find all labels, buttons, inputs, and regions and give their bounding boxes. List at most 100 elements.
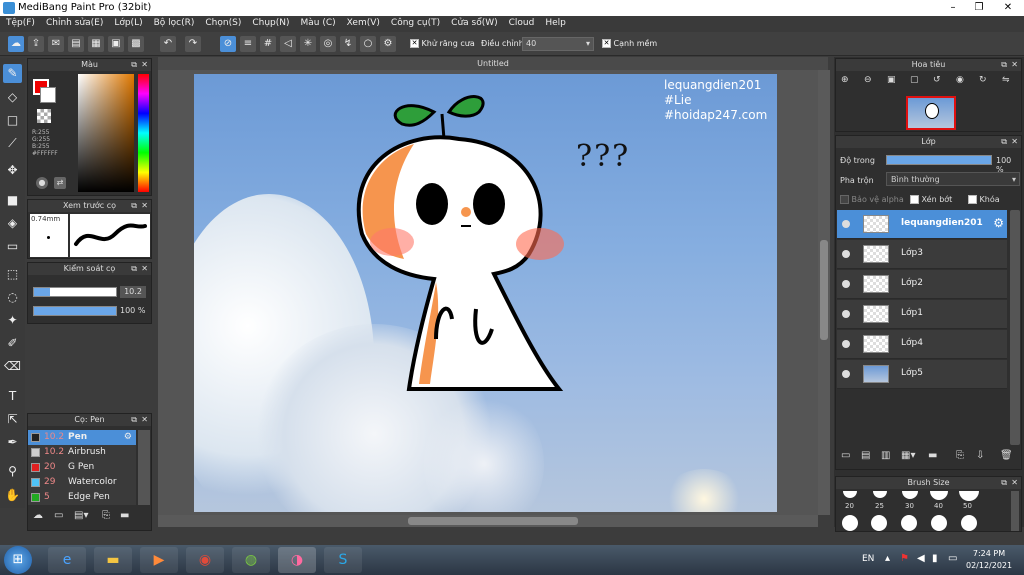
panel-close-icon[interactable]: ✕ (1011, 136, 1018, 148)
minimize-icon[interactable]: – (940, 0, 966, 16)
clipping-checkbox[interactable]: Xén bớt (910, 195, 952, 204)
layer-item-lop3[interactable]: Lớp3 (837, 240, 1007, 269)
popout-icon[interactable]: ⧉ (131, 200, 137, 212)
soft-edge-checkbox[interactable]: ✕ Cạnh mềm (602, 39, 657, 48)
brush-size-scrollbar[interactable] (1011, 491, 1019, 531)
visibility-icon[interactable] (842, 280, 850, 288)
explorer-icon[interactable]: ▬ (94, 547, 132, 573)
protect-alpha-checkbox[interactable]: Bảo vệ alpha (840, 195, 904, 204)
network-icon[interactable]: ▮ (932, 553, 938, 564)
redo-icon[interactable]: ↷ (185, 36, 201, 52)
reset-rotation-icon[interactable]: ◉ (956, 75, 964, 85)
delete-layer-icon[interactable]: 🗑 (1000, 450, 1013, 461)
menu-window[interactable]: Cửa sổ(W) (445, 16, 502, 28)
panel-close-icon[interactable]: ✕ (141, 200, 148, 212)
start-button[interactable]: ⊞ (4, 546, 32, 574)
language-indicator[interactable]: EN (862, 554, 874, 564)
navigator-thumbnail[interactable] (906, 96, 956, 130)
radial-icon[interactable]: ✳ (300, 36, 316, 52)
rotate-right-icon[interactable]: ↻ (979, 75, 987, 85)
panel-close-icon[interactable]: ✕ (1011, 477, 1018, 489)
tray-arrow-icon[interactable]: ▴ (885, 553, 890, 564)
menu-edit[interactable]: Chỉnh sửa(E) (40, 16, 108, 28)
layer-settings-icon[interactable]: ⚙ (993, 216, 1004, 230)
clock[interactable]: 7:24 PM 02/12/2021 (966, 548, 1012, 572)
chrome-icon[interactable]: ◉ (186, 547, 224, 573)
merge-layer-icon[interactable]: ⇩ (976, 450, 984, 461)
visibility-icon[interactable] (842, 340, 850, 348)
menu-layer[interactable]: Lớp(L) (108, 16, 147, 28)
eyedropper-icon[interactable]: ✒ (3, 433, 22, 452)
menu-tools[interactable]: Công cụ(T) (385, 16, 445, 28)
gradient-tool-icon[interactable]: ▭ (3, 237, 22, 256)
panel-close-icon[interactable]: ✕ (141, 263, 148, 275)
brush-tool-icon[interactable]: ✎ (3, 64, 22, 83)
size-dot[interactable] (871, 515, 887, 531)
volume-icon[interactable]: ◀ (917, 553, 925, 564)
feedback-icon[interactable]: ▤ (68, 36, 84, 52)
brush-size-value[interactable]: 10.2 (120, 286, 146, 298)
shape-tool-icon[interactable]: ■ (3, 191, 22, 210)
menu-file[interactable]: Tệp(F) (0, 16, 40, 28)
brush-item-airbrush[interactable]: 10.2 Airbrush (28, 445, 136, 460)
menu-view[interactable]: Xem(V) (341, 16, 385, 28)
operation-tool-icon[interactable]: ⇱ (3, 410, 22, 429)
text-tool-icon[interactable]: T (3, 387, 22, 406)
comment-icon[interactable]: ✉ (48, 36, 64, 52)
select-eraser-icon[interactable]: ⌫ (3, 357, 22, 376)
snap-off-icon[interactable]: ⊘ (220, 36, 236, 52)
size-dot[interactable] (930, 491, 948, 500)
visibility-icon[interactable] (842, 220, 850, 228)
brush-menu-icon[interactable]: ▤▾ (74, 510, 88, 521)
brush-item-watercolor[interactable]: 29Watercolor (Wet (28, 475, 136, 502)
fit-icon[interactable]: ▣ (887, 75, 896, 85)
layer-item-lop4[interactable]: Lớp4 (837, 330, 1007, 359)
canvas-tab[interactable]: Untitled (158, 57, 828, 70)
menu-color[interactable]: Màu (C) (295, 16, 341, 28)
horizontal-scrollbar[interactable] (158, 515, 818, 527)
media-player-icon[interactable]: ▶ (140, 547, 178, 573)
move-tool-icon[interactable]: ✥ (3, 161, 22, 180)
new-layer-icon[interactable]: ▭ (841, 450, 850, 461)
skype-icon[interactable]: S (324, 547, 362, 573)
app-icon-green[interactable]: ◍ (232, 547, 270, 573)
parallel-snap-icon[interactable]: ≡ (240, 36, 256, 52)
antialias-checkbox[interactable]: ✕ Khử răng cưa (410, 39, 475, 48)
menu-snap[interactable]: Chụp(N) (246, 16, 294, 28)
size-dot[interactable] (902, 491, 918, 499)
layer-item-lop2[interactable]: Lớp2 (837, 270, 1007, 299)
vertical-scrollbar[interactable] (818, 70, 830, 515)
menu-cloud[interactable]: Cloud (503, 16, 540, 28)
new-color-layer-icon[interactable]: ▤ (861, 450, 870, 461)
swap-icon[interactable]: ⇄ (54, 177, 66, 189)
select-pen-icon[interactable]: ✐ (3, 334, 22, 353)
hue-slider[interactable] (138, 74, 149, 192)
adjust-dropdown[interactable]: 40 ▾ (522, 37, 594, 51)
zoom-out-icon[interactable]: ⊖ (864, 75, 872, 85)
tray-warning-icon[interactable]: ⚑ (900, 553, 909, 564)
perspective-icon[interactable]: ◁ (280, 36, 296, 52)
visibility-icon[interactable] (842, 370, 850, 378)
cloud-icon[interactable]: ☁ (8, 36, 24, 52)
size-dot[interactable] (843, 491, 857, 498)
secondary-color-swatch[interactable] (40, 87, 56, 103)
size-dot[interactable] (961, 515, 977, 531)
blend-dropdown[interactable]: Bình thường ▾ (886, 172, 1020, 186)
visibility-icon[interactable] (842, 250, 850, 258)
popout-icon[interactable]: ⧉ (131, 59, 137, 71)
eraser-tool-icon[interactable]: ◇ (3, 88, 22, 107)
undo-icon[interactable]: ↶ (160, 36, 176, 52)
close-icon[interactable]: ✕ (992, 0, 1024, 16)
rotate-left-icon[interactable]: ↺ (933, 75, 941, 85)
circle-icon[interactable]: ○ (360, 36, 376, 52)
gear-icon[interactable]: ⚙ (380, 36, 396, 52)
zoom-in-icon[interactable]: ⊕ (841, 75, 849, 85)
visibility-icon[interactable] (842, 310, 850, 318)
select-rect-tool-icon[interactable]: □ (3, 111, 22, 130)
popout-icon[interactable]: ⧉ (131, 414, 137, 426)
lock-checkbox[interactable]: Khóa (968, 195, 1000, 204)
layer-item-lop5[interactable]: Lớp5 (837, 360, 1007, 389)
size-dot[interactable] (931, 515, 947, 531)
menu-select[interactable]: Chọn(S) (199, 16, 246, 28)
folder-icon[interactable]: ▬ (928, 450, 937, 461)
